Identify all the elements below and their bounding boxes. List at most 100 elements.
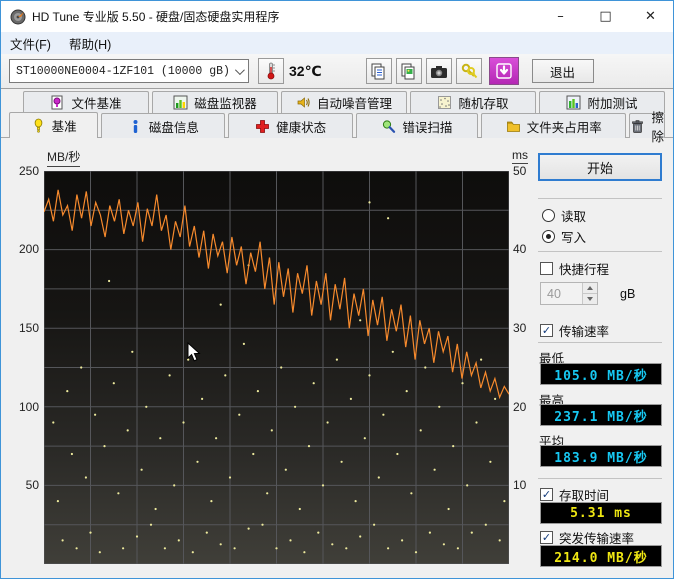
- tab-erase[interactable]: 擦除: [629, 113, 665, 138]
- menu-file[interactable]: 文件(F): [1, 32, 60, 55]
- tab-label: 随机存取: [458, 93, 508, 112]
- read-radio[interactable]: 读取: [542, 206, 586, 225]
- spinner-buttons: [582, 283, 597, 304]
- left-axis-label: MB/秒: [47, 148, 80, 167]
- separator: [538, 478, 662, 479]
- tab-label: 文件夹占用率: [527, 117, 602, 136]
- minimize-button[interactable]: –: [538, 1, 583, 32]
- health-cross-icon: [255, 119, 270, 134]
- spinner-up-button[interactable]: [583, 283, 597, 294]
- left-tick: 150: [3, 321, 39, 335]
- tab-row-primary: 基准 磁盘信息 健康状态 错误扫描: [9, 113, 665, 138]
- checkbox-checked-icon: ✓: [540, 488, 553, 501]
- mouse-cursor-icon: [187, 342, 201, 363]
- copy-text-icon: [370, 63, 387, 80]
- folder-icon: [506, 119, 521, 134]
- options-button[interactable]: [456, 58, 482, 84]
- write-radio-label: 写入: [561, 227, 586, 246]
- tab-disk-monitor[interactable]: 磁盘监视器: [152, 91, 278, 113]
- avg-value-display: 183.9 MB/秒: [540, 445, 662, 467]
- tab-benchmark[interactable]: 基准: [9, 112, 98, 138]
- short-stroke-checkbox[interactable]: 快捷行程: [540, 259, 609, 278]
- file-benchmark-icon: [50, 95, 65, 110]
- checkbox-checked-icon: ✓: [540, 324, 553, 337]
- camera-icon: [430, 64, 448, 79]
- start-button[interactable]: 开始: [538, 153, 662, 181]
- right-axis-label: ms: [512, 148, 528, 164]
- copy-image-button[interactable]: [396, 58, 422, 84]
- close-button[interactable]: ✕: [628, 1, 673, 32]
- arrow-up-icon: [587, 286, 593, 290]
- checkbox-checked-icon: ✓: [540, 531, 553, 544]
- spinner-down-button[interactable]: [583, 294, 597, 304]
- tab-label: 磁盘信息: [149, 117, 199, 136]
- disk-monitor-icon: [173, 95, 188, 110]
- benchmark-chart: [44, 171, 509, 564]
- short-stroke-size-value: 40: [541, 283, 582, 304]
- tab-folder-usage[interactable]: 文件夹占用率: [481, 113, 627, 138]
- window-title: HD Tune 专业版 5.50 - 硬盘/固态硬盘实用程序: [32, 8, 538, 25]
- screenshot-button[interactable]: [426, 58, 452, 84]
- tab-error-scan[interactable]: 错误扫描: [356, 113, 478, 138]
- arrow-down-icon: [587, 297, 593, 301]
- capacity-unit-label: gB: [620, 287, 635, 301]
- left-tick: 100: [3, 400, 39, 414]
- tab-row-secondary: 文件基准 磁盘监视器 自动噪音管理: [23, 91, 665, 113]
- tab-label: 错误扫描: [402, 117, 452, 136]
- drive-select[interactable]: ST10000NE0004-1ZF101 (10000 gB): [9, 59, 249, 83]
- separator: [538, 198, 662, 199]
- titlebar: HD Tune 专业版 5.50 - 硬盘/固态硬盘实用程序 – □ ✕: [1, 1, 673, 32]
- temperature-button[interactable]: [258, 58, 284, 84]
- short-stroke-size-spinner[interactable]: 40: [540, 282, 598, 305]
- checkbox-unchecked-icon: [540, 262, 553, 275]
- burst-rate-display: 214.0 MB/秒: [540, 545, 662, 567]
- short-stroke-label: 快捷行程: [559, 259, 609, 278]
- exit-button[interactable]: 退出: [532, 59, 594, 83]
- random-access-icon: [437, 95, 452, 110]
- transfer-rate-checkbox[interactable]: ✓ 传输速率: [540, 321, 609, 340]
- left-tick: 200: [3, 242, 39, 256]
- tab-aam[interactable]: 自动噪音管理: [281, 91, 407, 113]
- tab-strips: 文件基准 磁盘监视器 自动噪音管理: [1, 89, 673, 138]
- read-radio-label: 读取: [561, 206, 586, 225]
- transfer-rate-label: 传输速率: [559, 321, 609, 340]
- tab-label: 文件基准: [71, 93, 121, 112]
- separator: [538, 342, 662, 343]
- hd-tune-app-icon: [10, 9, 26, 25]
- drive-select-value: ST10000NE0004-1ZF101 (10000 gB): [16, 65, 235, 78]
- toolbar-buttons: 退出: [362, 57, 594, 85]
- tab-random-access[interactable]: 随机存取: [410, 91, 536, 113]
- toolbar: ST10000NE0004-1ZF101 (10000 gB) 32℃: [1, 54, 673, 89]
- left-tick: 250: [3, 164, 39, 178]
- menu-help[interactable]: 帮助(H): [60, 32, 120, 55]
- tab-label: 附加测试: [587, 93, 637, 112]
- radio-selected-icon: [542, 230, 555, 243]
- magnifier-icon: [381, 119, 396, 134]
- tab-file-benchmark[interactable]: 文件基准: [23, 91, 149, 113]
- tab-label: 磁盘监视器: [194, 93, 257, 112]
- save-results-button[interactable]: [489, 57, 519, 85]
- speaker-icon: [296, 95, 311, 110]
- access-time-display: 5.31 ms: [540, 502, 662, 524]
- tab-label: 自动噪音管理: [317, 93, 392, 112]
- tab-label: 健康状态: [276, 117, 326, 136]
- min-value-display: 105.0 MB/秒: [540, 363, 662, 385]
- tab-extra-tests[interactable]: 附加测试: [539, 91, 665, 113]
- short-stroke-size-group: 40 gB: [540, 282, 635, 305]
- separator: [538, 251, 662, 252]
- write-radio[interactable]: 写入: [542, 227, 586, 246]
- left-tick: 50: [3, 478, 39, 492]
- keys-icon: [460, 63, 478, 80]
- tab-disk-info[interactable]: 磁盘信息: [101, 113, 225, 138]
- maximize-button[interactable]: □: [583, 1, 628, 32]
- tab-health[interactable]: 健康状态: [228, 113, 352, 138]
- extra-tests-icon: [566, 95, 581, 110]
- download-arrow-icon: [496, 63, 512, 79]
- max-value-display: 237.1 MB/秒: [540, 404, 662, 426]
- tab-label: 基准: [52, 116, 77, 135]
- radio-unselected-icon: [542, 209, 555, 222]
- chevron-down-icon: [235, 65, 245, 75]
- temperature-value: 32℃: [289, 63, 322, 80]
- copy-text-button[interactable]: [366, 58, 392, 84]
- copy-image-icon: [400, 63, 417, 80]
